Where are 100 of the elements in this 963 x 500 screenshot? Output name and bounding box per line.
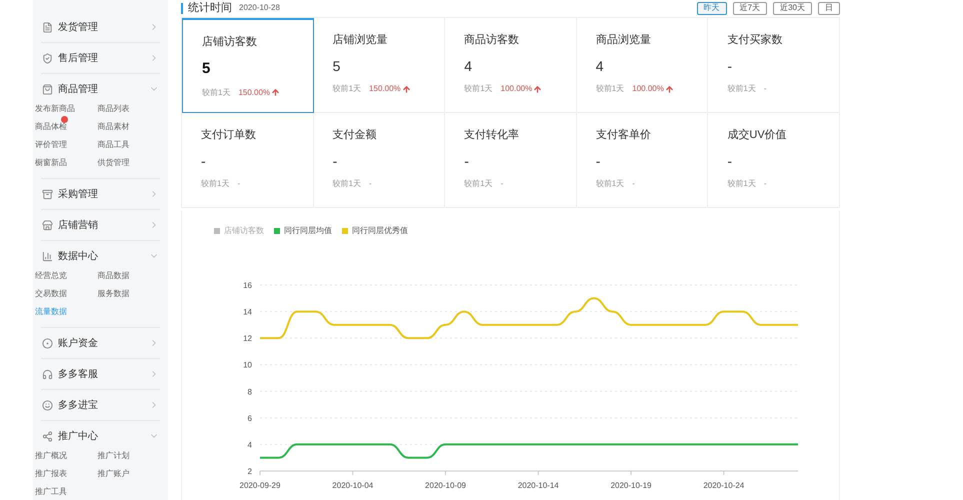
sidebar-link[interactable]: 交易数据 — [35, 288, 67, 300]
sidebar-link[interactable]: 商品数据 — [98, 270, 130, 282]
x-axis-label: 2020-10-14 — [518, 480, 559, 490]
date-text: 2020-10-28 — [239, 2, 280, 14]
stat-value: - — [201, 152, 207, 171]
sidebar-link[interactable]: 商品素材 — [98, 121, 130, 133]
sidebar-group-label[interactable]: 多多客服 — [58, 366, 98, 382]
compare-label: 较前1天 — [596, 83, 624, 95]
range-tab[interactable]: 日 — [818, 2, 840, 15]
stat-value: - — [332, 152, 338, 171]
sidebar-link[interactable]: 服务数据 — [98, 288, 130, 300]
stat-value: - — [596, 152, 602, 171]
stat-card[interactable]: 支付客单价 - 较前1天 - — [576, 112, 708, 208]
sidebar-group-label[interactable]: 采购管理 — [58, 186, 98, 202]
compare-label: 较前1天 — [727, 178, 756, 190]
y-axis-label: 6 — [248, 413, 252, 422]
change-value: 150.00% — [238, 86, 270, 98]
archive-icon — [42, 188, 53, 200]
x-axis-label: 2020-10-04 — [332, 480, 374, 490]
legend-swatch[interactable] — [214, 228, 220, 234]
change-value: - — [764, 83, 767, 95]
compare-label: 较前1天 — [332, 83, 362, 95]
sidebar-group-label[interactable]: 发货管理 — [58, 20, 98, 34]
headset-icon — [42, 368, 53, 380]
change-value: - — [632, 178, 635, 190]
sidebar-link[interactable]: 供货管理 — [98, 157, 130, 169]
sidebar-link[interactable]: 经营总览 — [35, 270, 67, 282]
store-icon — [42, 220, 53, 230]
sidebar-group-label[interactable]: 账户资金 — [58, 336, 98, 350]
legend-label[interactable]: 同行同层均值 — [284, 225, 332, 237]
sidebar-group-label[interactable]: 售后管理 — [58, 50, 98, 66]
compare-label: 较前1天 — [201, 178, 230, 190]
stat-value: 5 — [332, 57, 342, 76]
y-axis-label: 2 — [248, 466, 252, 476]
legend-label[interactable]: 同行同层优秀值 — [352, 225, 408, 237]
stat-card[interactable]: 店铺访客数 5 较前1天 150.00% — [182, 18, 314, 112]
stat-value: 5 — [202, 59, 212, 79]
stat-label: 支付买家数 — [727, 32, 784, 48]
sidebar-link[interactable]: 推广工具 — [35, 486, 67, 498]
range-tab[interactable]: 近7天 — [732, 2, 768, 15]
sidebar-group-label[interactable]: 多多进宝 — [58, 398, 98, 412]
sidebar-link[interactable]: 推广报表 — [35, 468, 67, 480]
change-value: - — [237, 178, 240, 190]
stat-label: 支付转化率 — [464, 128, 520, 142]
section-title: 统计时间 — [188, 0, 232, 16]
stat-label: 店铺访客数 — [202, 34, 258, 50]
sidebar-link[interactable]: 评价管理 — [35, 139, 67, 151]
share-icon — [42, 430, 53, 442]
sidebar-link[interactable]: 推广概况 — [35, 450, 67, 462]
stat-label: 商品浏览量 — [596, 32, 652, 48]
sidebar-link[interactable]: 商品体检 — [35, 121, 67, 133]
legend-swatch[interactable] — [342, 228, 348, 234]
change-value: 100.00% — [500, 83, 532, 95]
stat-value: 4 — [596, 57, 605, 76]
change-value: - — [500, 178, 504, 190]
sidebar-group-label[interactable]: 商品管理 — [58, 82, 98, 96]
range-tab[interactable]: 近30天 — [773, 2, 812, 15]
stat-value: 4 — [464, 57, 473, 76]
sidebar-group-label[interactable]: 店铺营销 — [58, 218, 98, 232]
stat-label: 支付金额 — [332, 128, 378, 142]
compare-label: 较前1天 — [727, 83, 756, 95]
stat-value: - — [727, 57, 734, 76]
stat-card[interactable]: 店铺浏览量 5 较前1天 150.00% — [314, 18, 446, 112]
stat-card[interactable]: 商品访客数 4 较前1天 100.00% — [445, 18, 577, 112]
x-axis-label: 2020-10-19 — [610, 480, 652, 490]
stat-card[interactable]: 支付金额 - 较前1天 - — [314, 112, 446, 208]
compare-label: 较前1天 — [464, 83, 493, 95]
x-axis-label: 2020-09-29 — [240, 480, 280, 490]
compare-label: 较前1天 — [596, 178, 624, 190]
x-axis-label: 2020-10-24 — [703, 480, 744, 490]
change-value: - — [764, 178, 767, 190]
stat-label: 店铺浏览量 — [332, 32, 389, 48]
change-value: 100.00% — [632, 83, 664, 95]
stat-card[interactable]: 成交UV价值 - 较前1天 - — [708, 112, 840, 208]
circle-dot-icon — [42, 338, 53, 348]
bar-chart-icon — [42, 250, 53, 262]
y-axis-label: 4 — [248, 440, 252, 449]
stat-card[interactable]: 支付转化率 - 较前1天 - — [445, 112, 577, 208]
shield-check-icon — [42, 52, 53, 64]
compare-label: 较前1天 — [464, 178, 493, 190]
sidebar-group-label[interactable]: 数据中心 — [58, 248, 98, 264]
stat-card[interactable]: 支付买家数 - 较前1天 - — [708, 18, 840, 112]
y-axis-label: 10 — [243, 360, 252, 370]
sidebar-group-label[interactable]: 推广中心 — [58, 428, 98, 444]
sidebar-link[interactable]: 商品工具 — [98, 139, 130, 151]
range-tab[interactable]: 昨天 — [696, 2, 727, 15]
compare-label: 较前1天 — [202, 86, 230, 98]
sidebar-link[interactable]: 商品列表 — [98, 103, 130, 115]
change-value: 150.00% — [369, 83, 401, 95]
sidebar-link[interactable]: 推广计划 — [98, 450, 130, 462]
y-axis-label: 16 — [243, 280, 252, 290]
sidebar-link[interactable]: 发布新商品 — [35, 103, 75, 115]
stat-card[interactable]: 商品浏览量 4 较前1天 100.00% — [576, 18, 708, 112]
sidebar-link[interactable]: 推广账户 — [98, 468, 130, 480]
legend-swatch[interactable] — [274, 228, 280, 234]
stat-value: - — [464, 152, 470, 171]
sidebar-link[interactable]: 橱窗新品 — [35, 157, 67, 169]
document-icon — [42, 22, 53, 32]
smile-icon — [42, 400, 53, 410]
stat-card[interactable]: 支付订单数 - 较前1天 - — [182, 112, 314, 208]
